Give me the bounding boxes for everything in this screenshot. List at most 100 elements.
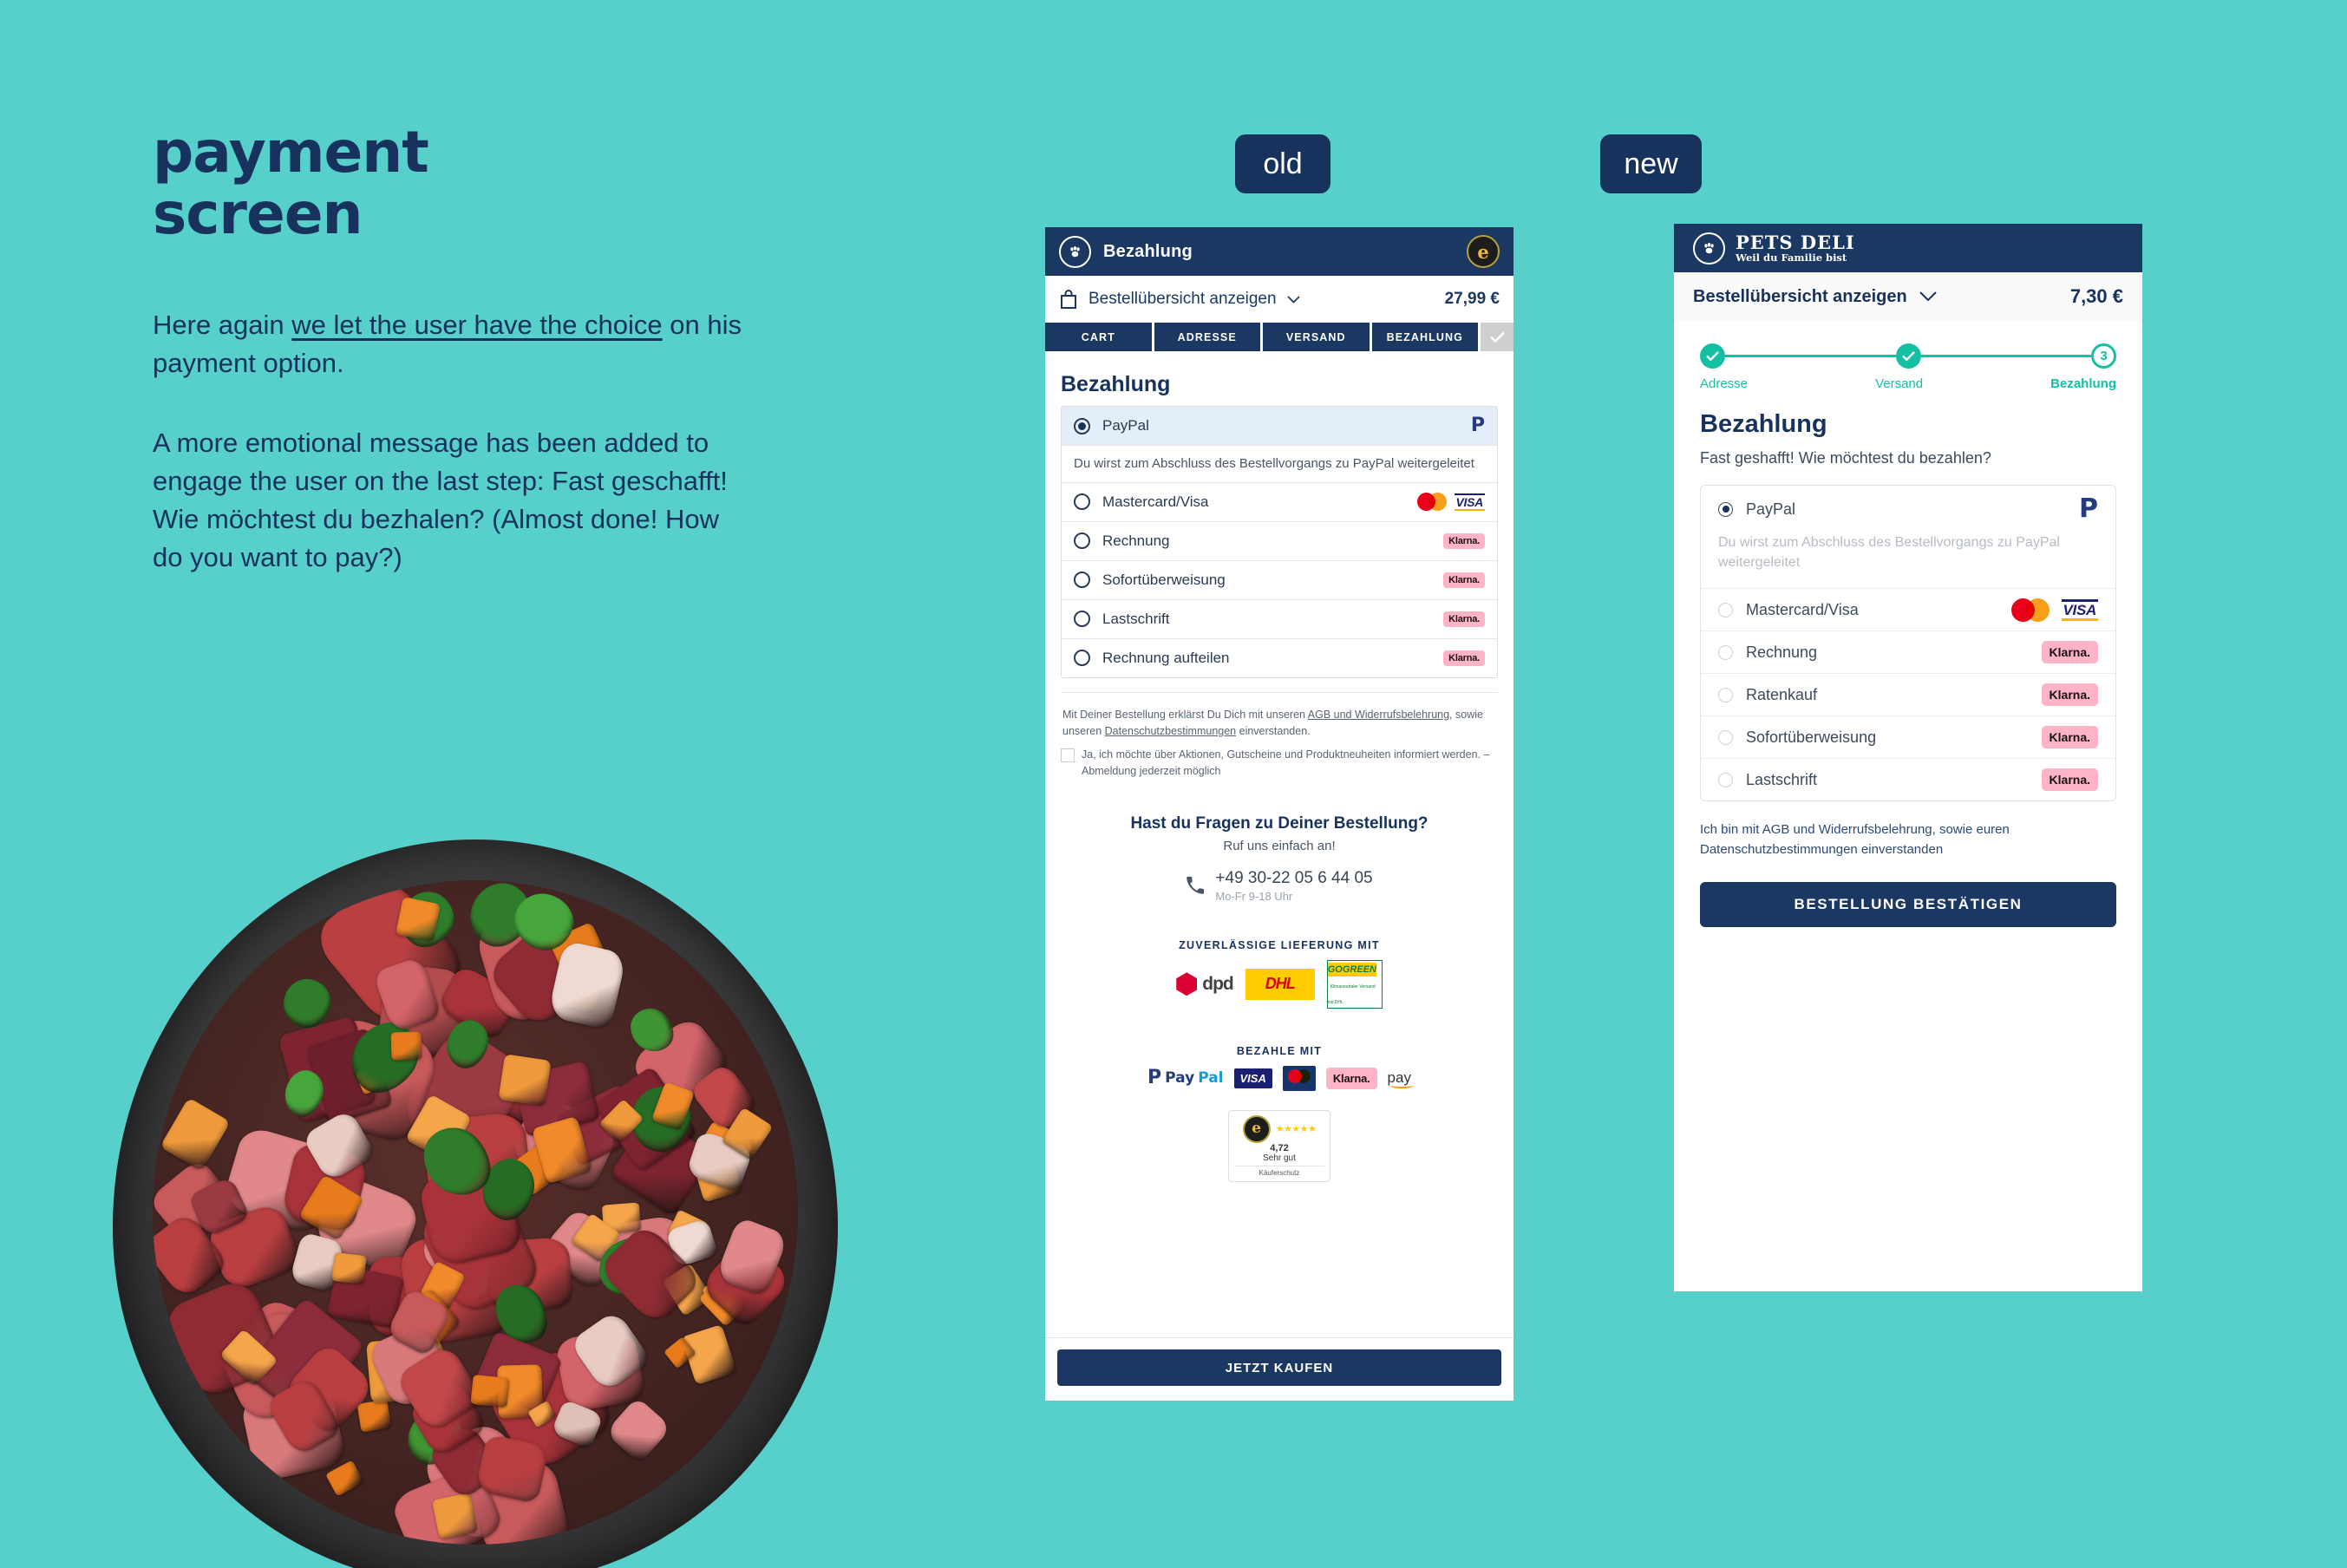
klarna-logo-icon: Klarna. bbox=[1443, 611, 1485, 627]
old-topbar-title: Bezahlung bbox=[1103, 241, 1193, 261]
payment-option-mastercard-visa[interactable]: Mastercard/Visa VISA bbox=[1701, 588, 2115, 630]
radio-ratenkauf[interactable] bbox=[1718, 687, 1733, 702]
newsletter-optin-row[interactable]: Ja, ich möchte über Aktionen, Gutscheine… bbox=[1061, 747, 1498, 780]
old-topbar: Bezahlung e bbox=[1045, 227, 1513, 276]
radio-mastercard-visa[interactable] bbox=[1074, 493, 1090, 511]
newsletter-checkbox[interactable] bbox=[1061, 748, 1075, 763]
payment-option-label: Rechnung bbox=[1102, 532, 1170, 549]
old-order-summary-toggle[interactable]: Bestellübersicht anzeigen 27,99 € bbox=[1045, 276, 1513, 323]
old-checkout-screen: Bezahlung e Bestellübersicht anzeigen 27… bbox=[1045, 227, 1513, 1401]
klarna-logo-icon: Klarna. bbox=[1325, 1067, 1377, 1089]
radio-rechnung-aufteilen[interactable] bbox=[1074, 650, 1090, 667]
delivery-partner-logos: dpd DHL GOGREEN Klimaneutraler Versand m… bbox=[1061, 959, 1498, 1009]
old-payment-body: Bezahlung PayPal P Du wirst zum Abschlus… bbox=[1045, 351, 1513, 1260]
payment-option-ratenkauf[interactable]: Ratenkauf Klarna. bbox=[1701, 673, 2115, 715]
newsletter-label: Ja, ich möchte über Aktionen, Gutscheine… bbox=[1082, 748, 1490, 777]
payment-option-label: PayPal bbox=[1746, 500, 1796, 518]
page-title-line-1: payment bbox=[153, 119, 429, 186]
payment-option-label: Mastercard/Visa bbox=[1746, 600, 1859, 618]
payment-option-lastschrift[interactable]: Lastschrift Klarna. bbox=[1062, 598, 1497, 638]
gogreen-label: GOGREEN bbox=[1327, 962, 1376, 977]
tab-versand[interactable]: VERSAND bbox=[1263, 323, 1370, 351]
paypal-redirect-note: Du wirst zum Abschluss des Bestellvorgan… bbox=[1062, 445, 1497, 482]
step-label-versand: Versand bbox=[1875, 376, 1924, 391]
radio-sofortueberweisung[interactable] bbox=[1074, 572, 1090, 589]
rating-footer: Käuferschutz bbox=[1234, 1165, 1324, 1177]
radio-rechnung[interactable] bbox=[1718, 644, 1733, 660]
mastercard-logo-icon bbox=[1282, 1065, 1316, 1091]
step-marker-adresse[interactable] bbox=[1700, 343, 1725, 369]
chevron-down-icon bbox=[1286, 295, 1300, 304]
radio-lastschrift[interactable] bbox=[1718, 772, 1733, 787]
para1-pre: Here again bbox=[153, 309, 292, 340]
payment-option-label: Sofortüberweisung bbox=[1102, 571, 1226, 588]
pets-deli-paw-logo-icon bbox=[1059, 235, 1091, 268]
brand-tagline: Weil du Familie bist bbox=[1736, 251, 1847, 264]
radio-lastschrift[interactable] bbox=[1074, 611, 1090, 628]
check-icon bbox=[1481, 323, 1513, 351]
payment-option-mastercard-visa[interactable]: Mastercard/Visa VISA bbox=[1062, 481, 1497, 521]
trusted-shops-seal-icon: e bbox=[1467, 235, 1500, 268]
bestellung-bestaetigen-button[interactable]: BESTELLUNG BESTÄTIGEN bbox=[1700, 882, 2116, 928]
contact-phone-row[interactable]: +49 30-22 05 6 44 05 Mo-Fr 9-18 Uhr bbox=[1061, 869, 1498, 903]
new-order-total: 7,30 € bbox=[2069, 285, 2123, 307]
brand-name: PETS DELI bbox=[1736, 231, 1855, 253]
trusted-shops-seal-icon: e bbox=[1242, 1114, 1271, 1143]
delivery-section-title: ZUVERLÄSSIGE LIEFERUNG MIT bbox=[1179, 938, 1380, 951]
new-terms-text: Ich bin mit AGB und Widerrufsbelehrung, … bbox=[1700, 822, 2010, 857]
mastercard-logo-icon bbox=[1416, 493, 1447, 512]
contact-phone-number: +49 30-22 05 6 44 05 bbox=[1215, 868, 1373, 887]
payment-option-rechnung-aufteilen[interactable]: Rechnung aufteilen Klarna. bbox=[1062, 637, 1497, 677]
payment-option-paypal[interactable]: PayPal P bbox=[1701, 486, 2115, 532]
badge-new: new bbox=[1600, 134, 1702, 193]
contact-phone-hours: Mo-Fr 9-18 Uhr bbox=[1215, 889, 1293, 903]
payment-option-rechnung[interactable]: Rechnung Klarna. bbox=[1701, 630, 2115, 673]
new-topbar: PETS DELI Weil du Familie bist bbox=[1674, 224, 2142, 272]
tab-bezahlung[interactable]: BEZAHLUNG bbox=[1371, 323, 1478, 351]
terms-post: einverstanden. bbox=[1236, 724, 1311, 737]
trusted-shops-rating-badge: e ★★★★★ 4,72 Sehr gut Käuferschutz bbox=[1228, 1109, 1330, 1182]
badge-old: old bbox=[1235, 134, 1330, 193]
visa-logo-icon: VISA bbox=[2061, 598, 2098, 621]
payment-option-sofortueberweisung[interactable]: Sofortüberweisung Klarna. bbox=[1701, 715, 2115, 758]
contact-subheading: Ruf uns einfach an! bbox=[1223, 838, 1336, 853]
old-contact-block: Hast du Fragen zu Deiner Bestellung? Ruf… bbox=[1061, 814, 1498, 903]
privacy-link[interactable]: Datenschutzbestimmungen bbox=[1105, 725, 1236, 737]
old-summary-label: Bestellübersicht anzeigen bbox=[1089, 290, 1277, 308]
visa-logo-icon: VISA bbox=[1233, 1068, 1272, 1088]
gogreen-logo-icon: GOGREEN Klimaneutraler Versand mit DHL bbox=[1326, 959, 1383, 1009]
payment-option-paypal[interactable]: PayPal P bbox=[1062, 407, 1497, 445]
terms-pre: Mit Deiner Bestellung erklärst Du Dich m… bbox=[1062, 708, 1308, 721]
step-marker-bezahlung[interactable]: 3 bbox=[2091, 343, 2116, 369]
step-label-bezahlung: Bezahlung bbox=[2050, 376, 2116, 391]
step-marker-versand[interactable] bbox=[1895, 343, 1921, 369]
new-order-summary-toggle[interactable]: Bestellübersicht anzeigen 7,30 € bbox=[1674, 272, 2142, 321]
new-payment-options-list: PayPal P Du wirst zum Abschluss des Best… bbox=[1700, 485, 2116, 802]
dpd-logo-icon: dpd bbox=[1176, 972, 1234, 996]
radio-paypal[interactable] bbox=[1718, 501, 1733, 517]
accepted-payment-logos: P Pay Pal VISA Klarna. pay bbox=[1061, 1065, 1498, 1091]
radio-mastercard-visa[interactable] bbox=[1718, 602, 1733, 617]
payment-option-sofortueberweisung[interactable]: Sofortüberweisung Klarna. bbox=[1062, 559, 1497, 599]
payment-option-rechnung[interactable]: Rechnung Klarna. bbox=[1062, 520, 1497, 560]
radio-rechnung[interactable] bbox=[1074, 532, 1090, 550]
stepper-connector bbox=[1920, 355, 2091, 357]
new-payment-subheading: Fast geshafft! Wie möchtest du bezahlen? bbox=[1700, 449, 1991, 467]
agb-link[interactable]: AGB und Widerrufsbelehrung bbox=[1308, 709, 1449, 721]
payment-option-label: Rechnung aufteilen bbox=[1102, 649, 1230, 666]
check-icon bbox=[1901, 351, 1915, 361]
bowl-contents bbox=[152, 880, 798, 1545]
rating-stars: ★★★★★ bbox=[1275, 1124, 1317, 1135]
jetzt-kaufen-button[interactable]: JETZT KAUFEN bbox=[1057, 1349, 1501, 1386]
tab-cart[interactable]: CART bbox=[1045, 323, 1152, 351]
dog-food-bowl-photo bbox=[111, 840, 840, 1568]
radio-paypal[interactable] bbox=[1074, 417, 1090, 434]
tab-adresse[interactable]: ADRESSE bbox=[1154, 323, 1260, 351]
shopping-bag-icon bbox=[1061, 290, 1076, 309]
radio-sofortueberweisung[interactable] bbox=[1718, 729, 1733, 745]
payment-option-lastschrift[interactable]: Lastschrift Klarna. bbox=[1701, 758, 2115, 800]
rating-label: Sehr gut bbox=[1263, 1153, 1296, 1163]
left-text-column: payment screen Here again we let the use… bbox=[153, 121, 760, 577]
rating-value: 4,72 bbox=[1270, 1142, 1289, 1153]
phone-icon bbox=[1187, 877, 1205, 894]
